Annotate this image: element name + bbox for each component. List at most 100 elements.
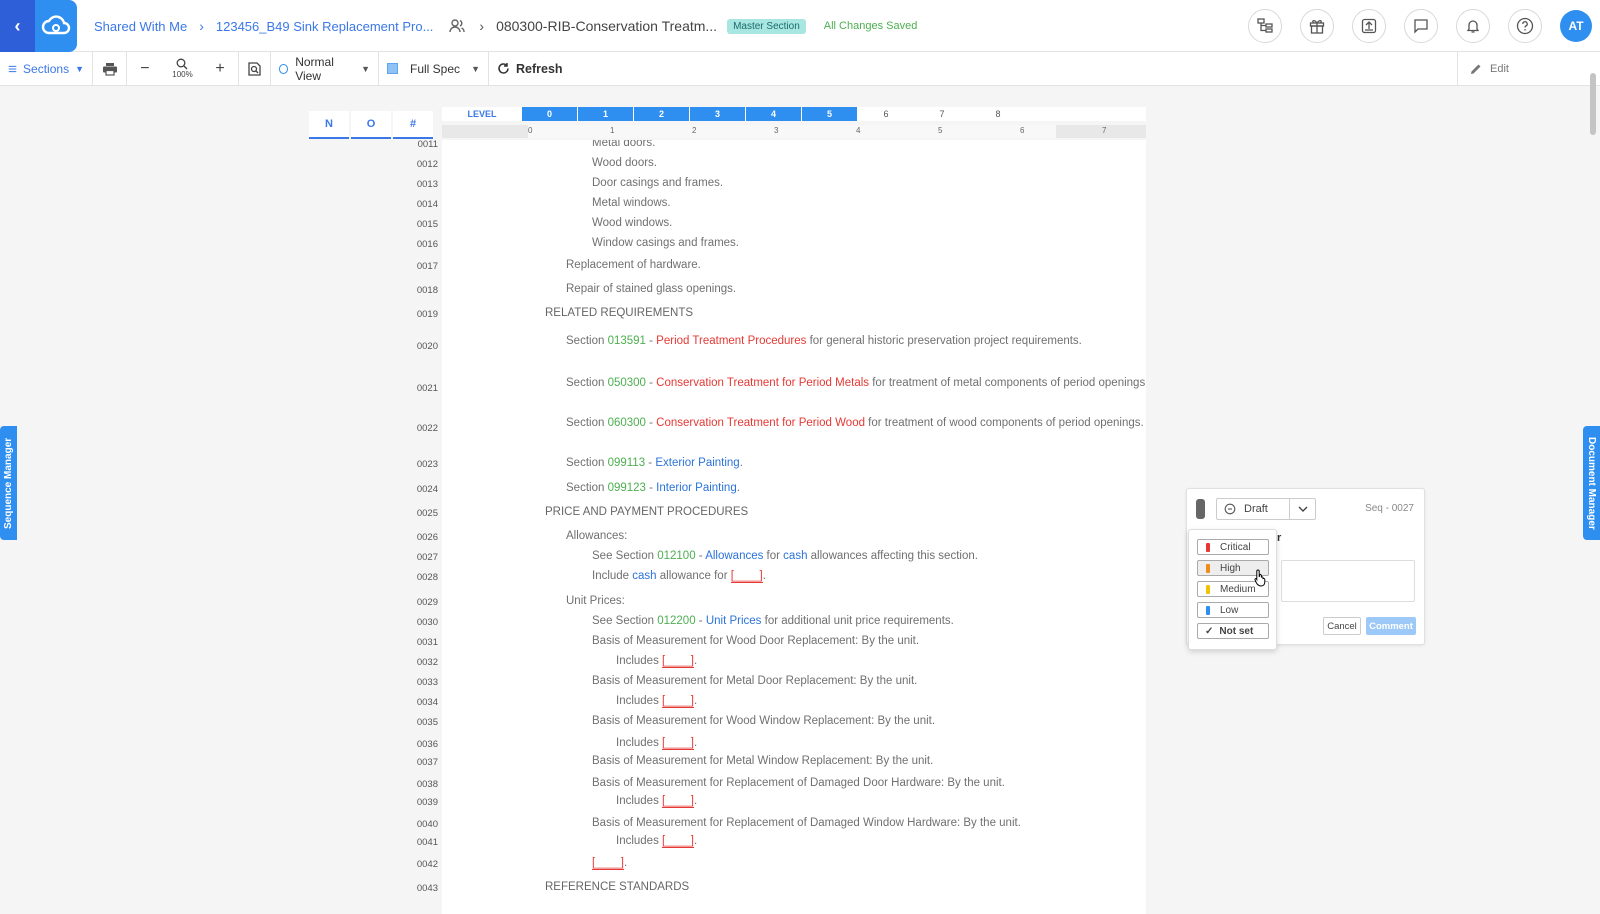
paragraph-line[interactable]: Wood doors. <box>592 154 1146 172</box>
fill-in-blank[interactable]: [____] <box>662 737 695 750</box>
help-button[interactable] <box>1508 9 1542 43</box>
section-number-link[interactable]: 050300 <box>608 377 646 389</box>
paragraph-line[interactable]: Section 099113 - Exterior Painting. <box>566 454 1146 472</box>
paragraph-line[interactable]: See Section 012200 - Unit Prices for add… <box>592 612 1146 630</box>
paragraph-line[interactable]: Replacement of hardware. <box>566 256 1146 274</box>
paragraph-line[interactable]: Allowances: <box>566 527 1146 545</box>
zoom-indicator[interactable]: 100% <box>172 58 193 79</box>
people-icon[interactable] <box>449 19 466 33</box>
paragraph-line[interactable]: Metal windows. <box>592 194 1146 212</box>
tab-o[interactable]: O <box>351 111 391 139</box>
paragraph-line[interactable]: See Section 012100 - Allowances for cash… <box>592 547 1146 565</box>
find-button[interactable] <box>239 51 271 86</box>
paragraph-line[interactable]: Section 013591 - Period Treatment Proced… <box>566 332 1146 350</box>
section-title-link[interactable]: Exterior Painting <box>655 457 739 469</box>
level-button[interactable]: 7 <box>914 107 970 121</box>
level-button[interactable]: 8 <box>970 107 1026 121</box>
zoom-in-button[interactable]: + <box>215 60 224 78</box>
section-number-link[interactable]: 012100 <box>657 550 695 562</box>
level-button[interactable]: 2 <box>634 107 690 121</box>
app-logo[interactable] <box>35 0 77 52</box>
fill-in-blank[interactable]: [____] <box>730 570 763 583</box>
section-title-link[interactable]: Unit Prices <box>706 615 762 627</box>
section-title-link[interactable]: cash <box>632 570 656 582</box>
hierarchy-button[interactable] <box>1248 9 1282 43</box>
user-avatar[interactable]: AT <box>1560 10 1592 42</box>
refresh-button[interactable]: Refresh <box>489 52 571 86</box>
paragraph-line[interactable]: Includes [____]. <box>616 652 1146 670</box>
comment-textarea[interactable] <box>1281 560 1415 602</box>
section-number-link[interactable]: 013591 <box>608 335 646 347</box>
document-body[interactable]: Metal doors. Wood doors. Door casings and … <box>442 140 1146 914</box>
comment-submit-button[interactable]: Comment <box>1366 617 1416 635</box>
priority-option[interactable]: Low <box>1197 602 1269 618</box>
fill-in-blank[interactable]: [____] <box>662 655 695 668</box>
priority-option[interactable]: Critical <box>1197 539 1269 555</box>
paragraph-line[interactable]: Basis of Measurement for Metal Door Repl… <box>592 672 1146 690</box>
paragraph-line[interactable]: Wood windows. <box>592 214 1146 232</box>
chevron-down-icon[interactable] <box>1289 499 1315 519</box>
breadcrumb-shared[interactable]: Shared With Me <box>94 19 187 34</box>
level-button[interactable]: 5 <box>802 107 858 121</box>
paragraph-line[interactable]: Unit Prices: <box>566 592 1146 610</box>
document-manager-tab[interactable]: Document Manager <box>1583 426 1600 540</box>
back-button[interactable]: ‹ <box>0 0 35 52</box>
print-button[interactable] <box>93 51 127 86</box>
tab-n[interactable]: N <box>309 111 349 139</box>
view-select[interactable]: Normal View ▼ <box>271 51 379 86</box>
gift-button[interactable] <box>1300 9 1334 43</box>
breadcrumb-project[interactable]: 123456_B49 Sink Replacement Pro... <box>216 19 434 34</box>
section-number-link[interactable]: 012200 <box>657 615 695 627</box>
priority-indicator[interactable] <box>1196 499 1205 519</box>
paragraph-line[interactable]: Section 099123 - Interior Painting. <box>566 479 1146 497</box>
page-scrollbar[interactable] <box>1590 73 1596 135</box>
zoom-out-button[interactable]: − <box>140 60 149 78</box>
article-heading[interactable]: RELATED REQUIREMENTS <box>545 304 1146 322</box>
paragraph-line[interactable]: Basis of Measurement for Wood Door Repla… <box>592 632 1146 650</box>
article-heading[interactable]: REFERENCE STANDARDS <box>545 878 1146 896</box>
paragraph-line[interactable]: Includes [____]. <box>616 832 1146 850</box>
section-title-link[interactable]: Allowances <box>705 550 763 562</box>
fill-in-blank[interactable]: [____] <box>662 695 695 708</box>
fill-in-blank[interactable]: [____] <box>662 835 695 848</box>
paragraph-line[interactable]: Section 050300 - Conservation Treatment … <box>566 374 1146 392</box>
paragraph-line[interactable]: Window casings and frames. <box>592 234 1146 252</box>
priority-option[interactable]: ✓ Not set <box>1197 623 1269 639</box>
paragraph-line[interactable]: Include cash allowance for [____]. <box>592 567 1146 585</box>
paragraph-line[interactable]: [____]. <box>592 854 1146 872</box>
spec-select[interactable]: Full Spec ▼ <box>379 51 489 86</box>
level-button[interactable]: 1 <box>578 107 634 121</box>
paragraph-line[interactable]: Includes [____]. <box>616 734 1146 752</box>
article-heading[interactable]: PRICE AND PAYMENT PROCEDURES <box>545 503 1146 521</box>
paragraph-line[interactable]: Basis of Measurement for Replacement of … <box>592 814 1146 832</box>
notifications-button[interactable] <box>1456 9 1490 43</box>
paragraph-line[interactable]: Basis of Measurement for Replacement of … <box>592 774 1146 792</box>
section-title-link[interactable]: Interior Painting <box>656 482 737 494</box>
paragraph-line[interactable]: Includes [____]. <box>616 792 1146 810</box>
section-title-link[interactable]: Period Treatment Procedures <box>656 335 806 347</box>
paragraph-line[interactable]: Basis of Measurement for Metal Window Re… <box>592 752 1146 770</box>
section-title-link[interactable]: Conservation Treatment for Period Wood <box>656 417 865 429</box>
level-button[interactable]: 0 <box>522 107 578 121</box>
cancel-button[interactable]: Cancel <box>1323 617 1361 635</box>
section-number-link[interactable]: 060300 <box>608 417 646 429</box>
paragraph-line[interactable]: Basis of Measurement for Wood Window Rep… <box>592 712 1146 730</box>
status-select[interactable]: Draft <box>1216 498 1316 520</box>
paragraph-line[interactable]: Includes [____]. <box>616 692 1146 710</box>
section-number-link[interactable]: 099113 <box>608 457 646 469</box>
paragraph-line[interactable]: Repair of stained glass openings. <box>566 280 1146 298</box>
section-title-link[interactable]: cash <box>783 550 807 562</box>
paragraph-line[interactable]: Metal doors. <box>592 140 1146 152</box>
sections-menu[interactable]: Sections ▼ <box>0 51 93 86</box>
edit-button[interactable]: Edit <box>1457 52 1572 86</box>
chat-button[interactable] <box>1404 9 1438 43</box>
paragraph-line[interactable]: Section 060300 - Conservation Treatment … <box>566 414 1146 432</box>
tab-hash[interactable]: # <box>393 111 433 139</box>
level-button[interactable]: 4 <box>746 107 802 121</box>
section-number-link[interactable]: 099123 <box>608 482 646 494</box>
level-button[interactable]: 6 <box>858 107 914 121</box>
paragraph-line[interactable]: Door casings and frames. <box>592 174 1146 192</box>
level-button[interactable]: 3 <box>690 107 746 121</box>
export-button[interactable] <box>1352 9 1386 43</box>
fill-in-blank[interactable]: [____] <box>662 795 695 808</box>
